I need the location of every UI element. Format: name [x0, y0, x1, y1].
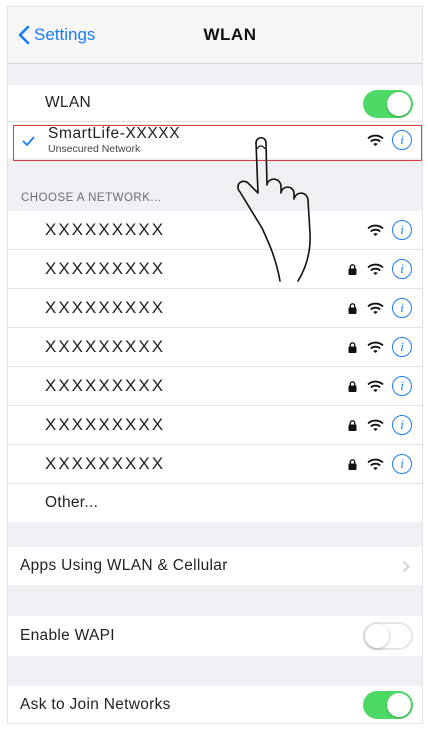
- info-icon[interactable]: i: [392, 259, 412, 279]
- connected-network-status: Unsecured Network: [48, 142, 141, 155]
- wlan-label: WLAN: [45, 94, 91, 111]
- enable-wapi-toggle[interactable]: [363, 622, 413, 650]
- connected-network-row[interactable]: SmartLife-XXXXX Unsecured Network i: [8, 122, 422, 158]
- ask-to-join-toggle[interactable]: [363, 691, 413, 719]
- ask-to-join-row: Ask to Join Networks: [8, 686, 422, 723]
- lock-icon: [348, 303, 357, 314]
- chevron-right-icon: [402, 560, 410, 573]
- wifi-signal-icon: [367, 263, 384, 275]
- wifi-signal-icon: [367, 134, 384, 146]
- other-network-row[interactable]: Other...: [8, 484, 422, 522]
- lock-icon: [348, 420, 357, 431]
- apps-group: Apps Using WLAN & Cellular: [8, 547, 422, 585]
- network-name: XXXXXXXXX: [45, 415, 166, 434]
- ask-to-join-label: Ask to Join Networks: [20, 696, 171, 713]
- wifi-signal-icon: [367, 458, 384, 470]
- network-name: XXXXXXXXX: [45, 454, 166, 473]
- wifi-signal-icon: [367, 224, 384, 236]
- network-name: XXXXXXXXX: [45, 259, 166, 278]
- wapi-group: Enable WAPI: [8, 616, 422, 656]
- network-name: XXXXXXXXX: [45, 298, 166, 317]
- network-row[interactable]: XXXXXXXXX i: [8, 328, 422, 367]
- hand-pointer-icon: [237, 136, 311, 282]
- wlan-group: WLAN SmartLife-XXXXX Unsecured Network i: [8, 85, 422, 158]
- network-row[interactable]: XXXXXXXXX i: [8, 250, 422, 289]
- section-header: CHOOSE A NETWORK...: [21, 192, 162, 204]
- network-row[interactable]: XXXXXXXXX i: [8, 289, 422, 328]
- apps-using-wlan-label: Apps Using WLAN & Cellular: [20, 557, 228, 574]
- lock-icon: [348, 459, 357, 470]
- info-icon[interactable]: i: [392, 130, 412, 150]
- enable-wapi-label: Enable WAPI: [20, 627, 115, 644]
- other-network-label: Other...: [45, 494, 99, 511]
- checkmark-icon: [22, 136, 35, 146]
- lock-icon: [348, 264, 357, 275]
- network-name: XXXXXXXXX: [45, 376, 166, 395]
- wlan-settings-screen: Settings WLAN WLAN SmartLife-XXXXX Unsec…: [7, 6, 423, 724]
- info-icon[interactable]: i: [392, 376, 412, 396]
- info-icon[interactable]: i: [392, 337, 412, 357]
- wifi-signal-icon: [367, 302, 384, 314]
- lock-icon: [348, 381, 357, 392]
- network-list: XXXXXXXXX i XXXXXXXXX i XXXXXXXXX i XXXXXXXXX i…: [8, 211, 422, 522]
- network-name: XXXXXXXXX: [45, 220, 166, 239]
- network-row[interactable]: XXXXXXXXX i: [8, 211, 422, 250]
- connected-network-name: SmartLife-XXXXX: [48, 125, 181, 142]
- info-icon[interactable]: i: [392, 415, 412, 435]
- info-icon[interactable]: i: [392, 220, 412, 240]
- network-row[interactable]: XXXXXXXXX i: [8, 406, 422, 445]
- apps-using-wlan-row[interactable]: Apps Using WLAN & Cellular: [8, 547, 422, 585]
- wifi-signal-icon: [367, 419, 384, 431]
- page-title: WLAN: [203, 25, 257, 44]
- navigation-bar: Settings WLAN: [8, 7, 422, 64]
- info-icon[interactable]: i: [392, 298, 412, 318]
- network-row[interactable]: XXXXXXXXX i: [8, 445, 422, 484]
- wlan-toggle-row: WLAN: [8, 85, 422, 122]
- lock-icon: [348, 342, 357, 353]
- wlan-toggle[interactable]: [363, 90, 413, 118]
- ask-join-group: Ask to Join Networks: [8, 686, 422, 723]
- wifi-signal-icon: [367, 341, 384, 353]
- wifi-signal-icon: [367, 380, 384, 392]
- network-row[interactable]: XXXXXXXXX i: [8, 367, 422, 406]
- info-icon[interactable]: i: [392, 454, 412, 474]
- enable-wapi-row: Enable WAPI: [8, 616, 422, 656]
- network-name: XXXXXXXXX: [45, 337, 166, 356]
